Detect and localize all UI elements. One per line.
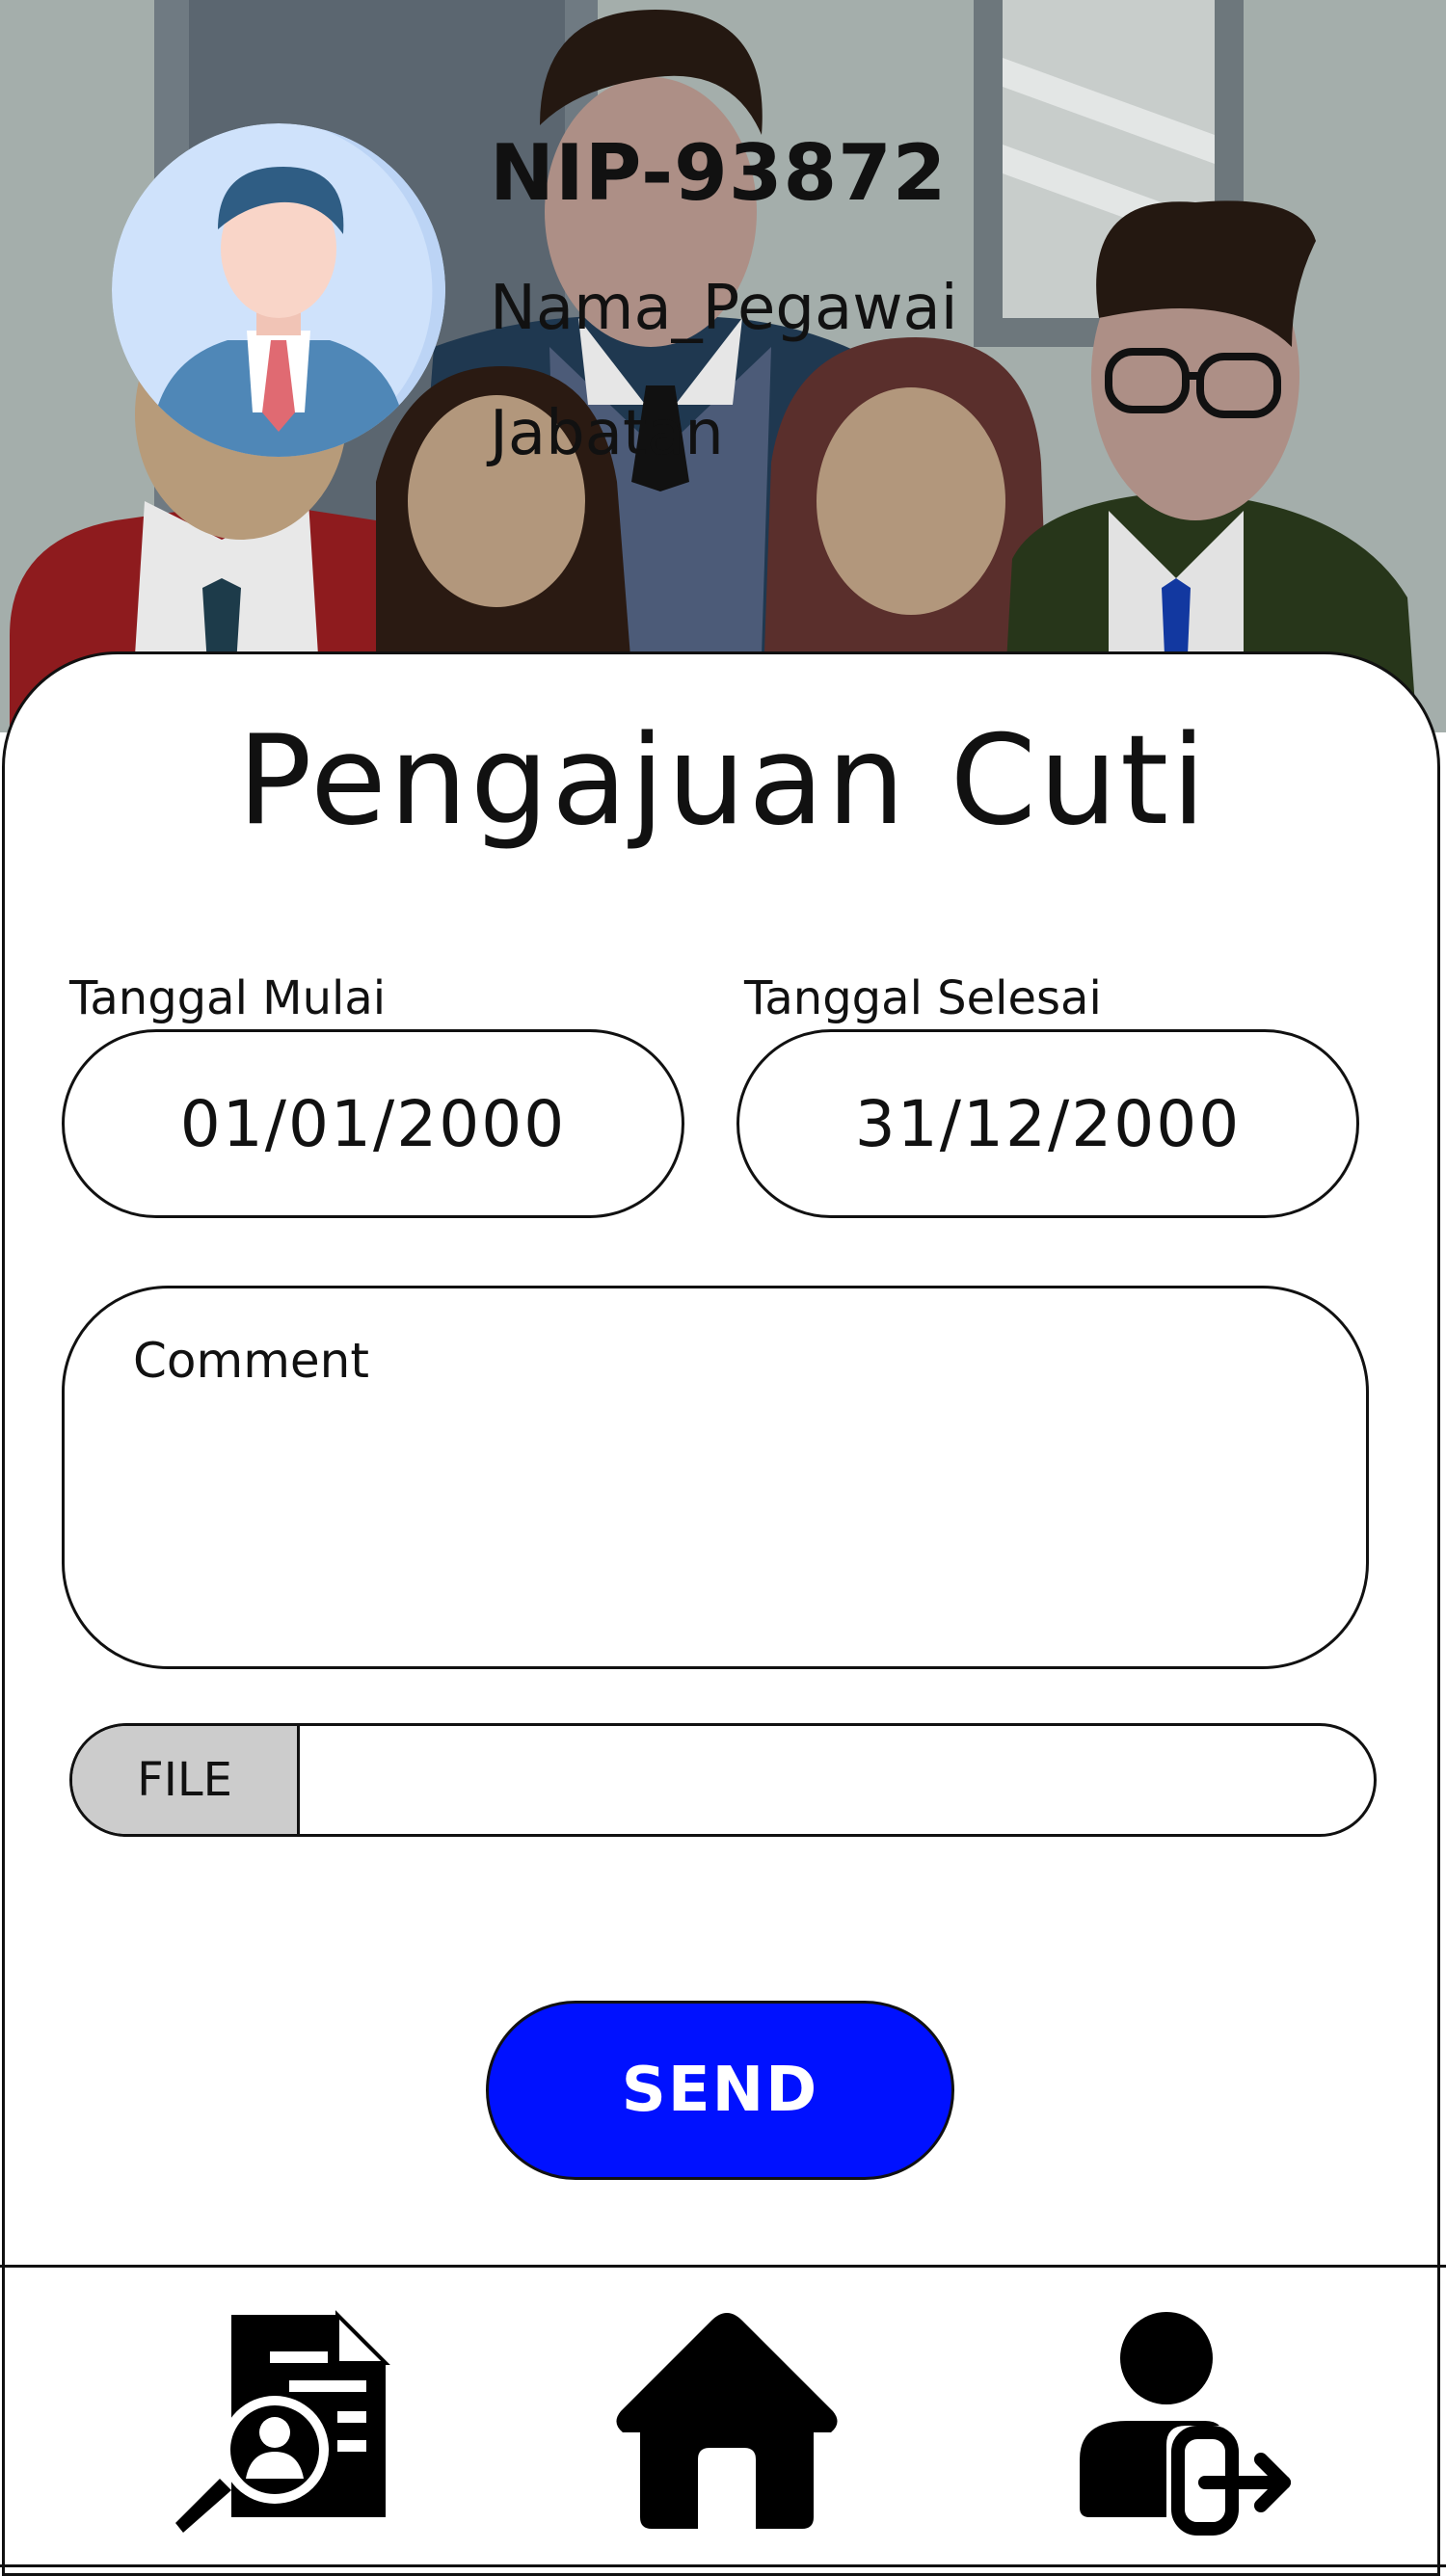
user-avatar-icon — [112, 123, 445, 457]
start-date-label: Tanggal Mulai — [69, 971, 387, 1025]
start-date-field[interactable]: 01/01/2000 — [62, 1029, 684, 1218]
end-date-label: Tanggal Selesai — [744, 971, 1102, 1025]
send-button[interactable]: SEND — [486, 2001, 954, 2180]
file-select-button[interactable]: FILE — [72, 1726, 300, 1834]
page-title: Pengajuan Cuti — [237, 709, 1209, 853]
file-upload-field[interactable]: FILE — [69, 1723, 1377, 1837]
home-icon[interactable] — [611, 2305, 843, 2536]
header-banner: NIP-93872 Nama_Pegawai Jabatan — [0, 0, 1446, 732]
employee-position: Jabatan — [490, 398, 724, 469]
document-search-icon[interactable] — [174, 2305, 405, 2536]
employee-nip: NIP-93872 — [490, 128, 948, 218]
employee-name: Nama_Pegawai — [490, 273, 958, 344]
nav-bottom-divider — [0, 2564, 1446, 2567]
nav-divider — [0, 2265, 1446, 2268]
end-date-field[interactable]: 31/12/2000 — [736, 1029, 1359, 1218]
user-logout-icon[interactable] — [1070, 2305, 1301, 2536]
comment-placeholder: Comment — [133, 1333, 369, 1389]
